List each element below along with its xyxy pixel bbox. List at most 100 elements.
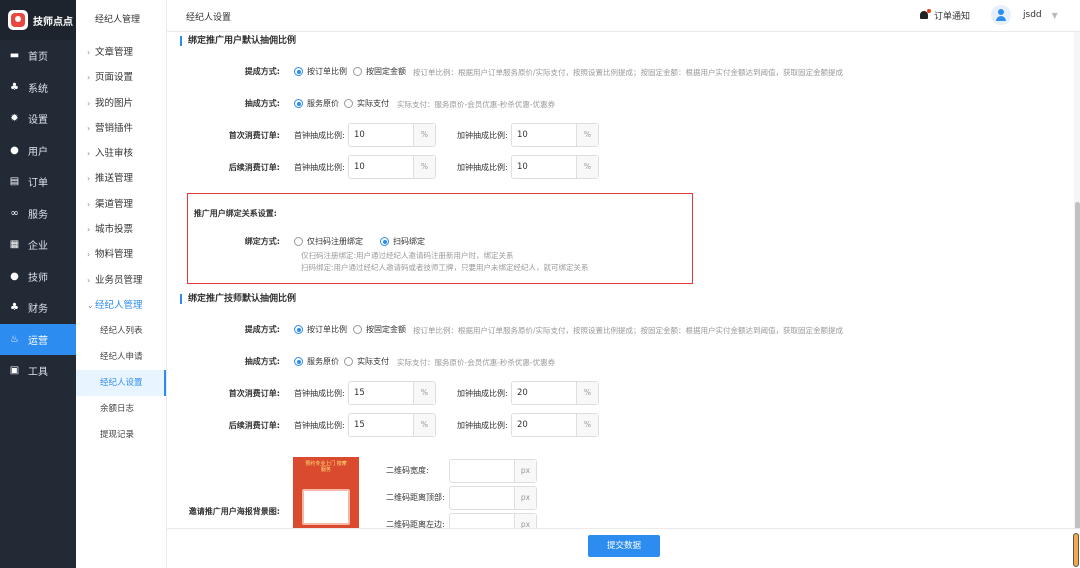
brand[interactable]: 技师点点 — [0, 0, 76, 40]
poster-image-text: 预约专业上门 按摩服务 — [305, 461, 347, 473]
s1-later-order-extra-clock-input[interactable]: 10% — [511, 155, 599, 179]
chevron-down-icon: ▼ — [1051, 10, 1058, 20]
nav-item-7[interactable]: ● 技师 — [0, 261, 76, 293]
nav-item-0[interactable]: ▬ 首页 — [0, 40, 76, 72]
s1-first-order-first-clock-input[interactable]: 10% — [348, 123, 436, 147]
drag-handle[interactable] — [1073, 533, 1079, 567]
sitemap-icon: ♣ — [10, 302, 19, 314]
submenu-item-label: 业务员管理 — [95, 274, 143, 286]
extra-clock-label: 加钟抽成比例: — [457, 131, 508, 140]
chevron-right-icon: › — [87, 174, 91, 184]
flame-icon: ♨ — [10, 333, 19, 345]
nav-item-5[interactable]: ∞ 服务 — [0, 198, 76, 230]
submit-button[interactable]: 提交数据 — [588, 535, 660, 557]
toolbox-icon: ▣ — [9, 365, 20, 377]
s1-first-order-extra-clock-input[interactable]: 10% — [511, 123, 599, 147]
username: jsdd — [1023, 10, 1042, 20]
submenu-item-1[interactable]: › 页面设置 — [76, 65, 166, 90]
radio-fixed-amount[interactable]: 按固定金额 — [353, 66, 406, 77]
radio-service-price-2[interactable]: 服务原价 — [294, 356, 339, 367]
method-label: 提成方式: — [244, 67, 280, 76]
submenu-item-8[interactable]: › 物料管理 — [76, 242, 166, 267]
qr-width-input[interactable]: px — [449, 459, 537, 483]
s1-later-order-first-clock-input[interactable]: 10% — [348, 155, 436, 179]
radio-order-ratio-2[interactable]: 按订单比例 — [294, 324, 347, 335]
nav-item-3[interactable]: ● 用户 — [0, 135, 76, 167]
s2-first-order-extra-clock-input[interactable]: 20% — [511, 381, 599, 405]
later-order-label: 后续消费订单: — [228, 421, 280, 430]
base-hint: 实际支付：服务原价-会员优惠-秒杀优惠-优惠券 — [397, 100, 556, 109]
nav-item-label: 系统 — [28, 83, 48, 95]
nav-item-1[interactable]: ♣ 系统 — [0, 72, 76, 104]
brand-logo-icon — [8, 10, 28, 30]
radio-actual-pay[interactable]: 实际支付 — [344, 98, 389, 109]
nav-item-4[interactable]: ▤ 订单 — [0, 166, 76, 198]
nav-item-6[interactable]: ▦ 企业 — [0, 229, 76, 261]
qr-left-input[interactable]: px — [449, 513, 537, 528]
top-header: 经纪人设置 订单通知 jsdd ▼ — [167, 0, 1080, 32]
nav-item-label: 工具 — [28, 367, 48, 379]
radio-register-bind[interactable]: 仅扫码注册绑定 — [294, 236, 363, 247]
first-clock-label: 首钟抽成比例: — [294, 421, 345, 430]
submenu-item-3[interactable]: › 营销插件 — [76, 116, 166, 141]
chevron-right-icon: › — [87, 149, 91, 159]
radio-order-ratio[interactable]: 按订单比例 — [294, 66, 347, 77]
s2-first-order-first-clock-input[interactable]: 15% — [348, 381, 436, 405]
submenu-item-2[interactable]: › 我的图片 — [76, 91, 166, 116]
first-clock-label: 首钟抽成比例: — [294, 131, 345, 140]
radio-service-price[interactable]: 服务原价 — [294, 98, 339, 109]
poster-background-image[interactable]: 预约专业上门 按摩服务 — [293, 457, 359, 528]
nav-item-9[interactable]: ♨ 运营 — [0, 323, 76, 355]
s2-later-order-first-clock-input[interactable]: 15% — [348, 413, 436, 437]
form-footer: 提交数据 — [167, 528, 1080, 568]
submenu-child-1[interactable]: 经纪人申请 — [76, 344, 166, 370]
link-icon: ∞ — [10, 207, 19, 219]
binding-title: 推广用户绑定关系设置: — [193, 209, 277, 218]
submenu-item-label: 物料管理 — [95, 249, 134, 261]
nav-item-label: 技师 — [28, 272, 48, 284]
method-hint: 按订单比例：根据用户订单服务原价/实际支付，按照设置比例提成；按固定金额：根据用… — [413, 68, 844, 77]
submenu-item-10[interactable]: ⌄经纪人管理 — [76, 293, 166, 318]
radio-scan-bind[interactable]: 扫码绑定 — [380, 236, 425, 247]
base-label: 抽成方式: — [244, 357, 280, 366]
submenu-item-7[interactable]: › 城市投票 — [76, 217, 166, 242]
nav-item-label: 服务 — [28, 209, 48, 221]
order-notice-label: 订单通知 — [934, 12, 971, 22]
submenu-child-4[interactable]: 提现记录 — [76, 422, 166, 448]
submenu-item-label: 页面设置 — [95, 72, 134, 84]
submenu-item-0[interactable]: › 文章管理 — [76, 40, 166, 65]
content-scrollbar[interactable] — [1074, 32, 1080, 532]
radio-fixed-amount-2[interactable]: 按固定金额 — [353, 324, 406, 335]
nav-item-label: 运营 — [28, 335, 48, 347]
qr-width-label: 二维码宽度: — [386, 466, 429, 475]
qr-top-input[interactable]: px — [449, 486, 537, 510]
order-notice-button[interactable]: 订单通知 — [919, 9, 970, 22]
chevron-right-icon: › — [87, 48, 91, 57]
submenu-item-4[interactable]: › 入驻审核 — [76, 141, 166, 166]
radio-actual-pay-2[interactable]: 实际支付 — [344, 356, 389, 367]
submenu-item-label: 城市投票 — [95, 224, 134, 236]
nav-item-label: 财务 — [28, 304, 48, 316]
gear-icon: ✹ — [10, 113, 19, 125]
submenu-child-3[interactable]: 余额日志 — [76, 396, 166, 422]
submenu-item-5[interactable]: › 推送管理 — [76, 166, 166, 191]
brand-name: 技师点点 — [33, 16, 73, 28]
submenu-child-2[interactable]: 经纪人设置 — [76, 370, 166, 397]
breadcrumb: 经纪人设置 — [186, 13, 232, 23]
first-clock-label: 首钟抽成比例: — [294, 163, 345, 172]
poster-label: 邀请推广用户海报背景图: — [188, 507, 280, 516]
bell-icon — [919, 9, 931, 21]
submenu-child-0[interactable]: 经纪人列表 — [76, 318, 166, 344]
later-order-label: 后续消费订单: — [228, 163, 280, 172]
qr-top-label: 二维码距离顶部: — [386, 493, 445, 502]
s2-later-order-extra-clock-input[interactable]: 20% — [511, 413, 599, 437]
submenu-item-9[interactable]: › 业务员管理 — [76, 268, 166, 293]
submenu-item-6[interactable]: › 渠道管理 — [76, 192, 166, 217]
user-menu[interactable]: jsdd ▼ — [991, 5, 1058, 25]
nav-item-8[interactable]: ♣ 财务 — [0, 292, 76, 324]
nav-item-10[interactable]: ▣ 工具 — [0, 355, 76, 387]
first-order-label: 首次消费订单: — [228, 131, 280, 140]
nav-item-2[interactable]: ✹ 设置 — [0, 103, 76, 135]
submenu-item-label: 经纪人管理 — [95, 299, 143, 311]
binding-hint-2: 扫码绑定:用户通过经纪人邀请码或者技师工牌，只要用户未绑定经纪人，就可绑定关系 — [301, 263, 589, 272]
